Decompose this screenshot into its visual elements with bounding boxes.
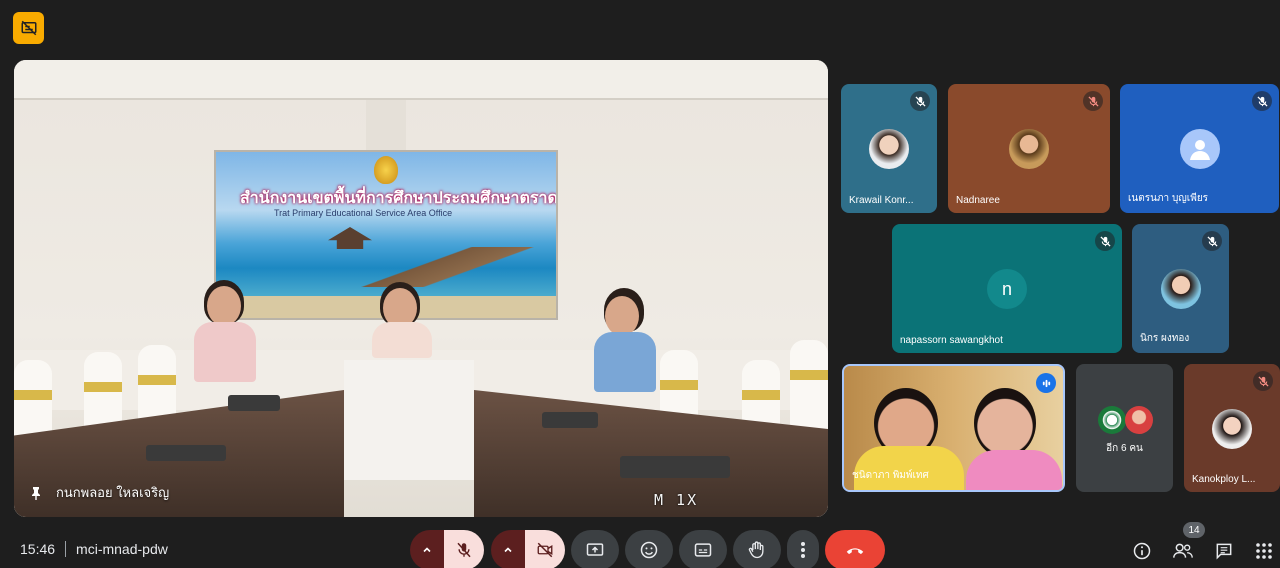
video-microphone xyxy=(228,395,280,411)
mic-off-icon xyxy=(1202,231,1222,251)
video-microphone xyxy=(620,456,730,478)
present-icon xyxy=(586,543,604,556)
mic-control xyxy=(410,530,484,568)
mic-off-icon xyxy=(1252,91,1272,111)
video-ceiling xyxy=(14,60,828,100)
participant-name: Nadnaree xyxy=(956,195,1000,206)
video-microphone xyxy=(542,412,598,428)
mic-off-icon xyxy=(1095,231,1115,251)
pin-icon[interactable] xyxy=(30,486,42,500)
banner-logo xyxy=(374,156,398,184)
participant-name: napassorn sawangkhot xyxy=(900,335,1003,346)
more-options-icon xyxy=(801,542,805,558)
participant-tile[interactable]: Kanokploy L... xyxy=(1184,364,1280,492)
video-face xyxy=(974,388,1036,458)
video-overlay-text: M 1X xyxy=(654,491,699,509)
participant-name: ชนิดาภา พิมพ์เทศ xyxy=(852,470,929,481)
emoji-button[interactable] xyxy=(625,529,673,568)
chat-icon xyxy=(1216,543,1232,560)
participant-tile[interactable]: Nadnaree xyxy=(948,84,1110,213)
captions-button[interactable] xyxy=(679,529,727,568)
camera-toggle-button[interactable] xyxy=(525,530,565,568)
participant-tile[interactable]: Krawail Konr... xyxy=(841,84,937,213)
raise-hand-icon xyxy=(748,541,764,559)
participant-avatar xyxy=(1098,406,1126,434)
more-participants-label: อีก 6 คน xyxy=(1106,443,1143,454)
participant-avatar xyxy=(1212,409,1252,449)
presentation-off-icon xyxy=(21,20,36,36)
participant-name: เนตรนภา บุญเพียร xyxy=(1128,193,1209,204)
presenter-label: กนกพลอย ใหลเจริญ xyxy=(30,482,169,503)
divider xyxy=(65,541,67,557)
participant-avatar xyxy=(869,129,909,169)
participant-name: Kanokploy L... xyxy=(1192,474,1256,485)
camera-control xyxy=(491,530,565,568)
mic-toggle-button[interactable] xyxy=(444,530,484,568)
activities-icon xyxy=(1256,543,1272,559)
participant-name: Krawail Konr... xyxy=(849,195,914,206)
mic-options-caret[interactable] xyxy=(410,530,444,568)
emoji-icon xyxy=(640,541,658,559)
banner-hut xyxy=(328,227,372,249)
participant-tile-speaking[interactable]: ชนิดาภา พิมพ์เทศ xyxy=(842,364,1065,492)
mic-off-icon xyxy=(457,542,471,558)
participant-avatar xyxy=(1125,406,1153,434)
camera-options-caret[interactable] xyxy=(491,530,525,568)
participant-tile[interactable]: นิกร ผงทอง xyxy=(1132,224,1229,353)
meeting-details-button[interactable] xyxy=(1131,540,1153,562)
speaking-indicator-icon xyxy=(1036,373,1056,393)
mic-off-icon xyxy=(1253,371,1273,391)
activities-button[interactable] xyxy=(1253,540,1275,562)
meet-window: สำนักงานเขตพื้นที่การศึกษาประถมศึกษาตราด… xyxy=(0,0,1280,568)
captions-icon xyxy=(694,543,712,557)
person-icon xyxy=(1180,129,1220,169)
participant-tile[interactable]: n napassorn sawangkhot xyxy=(892,224,1122,353)
main-video-stage[interactable]: สำนักงานเขตพื้นที่การศึกษาประถมศึกษาตราด… xyxy=(14,60,828,517)
participant-avatar: n xyxy=(987,269,1027,309)
meeting-info: 15:46 mci-mnad-pdw xyxy=(20,541,168,557)
end-call-button[interactable] xyxy=(825,530,885,568)
people-icon xyxy=(1173,543,1193,558)
presentation-off-badge[interactable] xyxy=(13,12,44,44)
banner-pier xyxy=(346,247,546,287)
participant-avatar xyxy=(1009,129,1049,169)
presenter-name: กนกพลอย ใหลเจริญ xyxy=(56,485,170,500)
chat-button[interactable] xyxy=(1213,540,1235,562)
video-shirt xyxy=(966,450,1062,490)
people-button[interactable] xyxy=(1172,540,1194,562)
video-microphone xyxy=(146,445,226,461)
camera-off-icon xyxy=(537,542,553,558)
more-options-button[interactable] xyxy=(787,529,819,568)
info-icon xyxy=(1133,542,1151,560)
participant-name: นิกร ผงทอง xyxy=(1140,333,1190,344)
video-chair xyxy=(790,340,828,430)
mic-off-icon xyxy=(910,91,930,111)
clock: 15:46 xyxy=(20,541,56,557)
participant-count-badge: 14 xyxy=(1183,522,1205,538)
mic-off-icon xyxy=(1083,91,1103,111)
more-participants-tile[interactable]: อีก 6 คน xyxy=(1076,364,1173,492)
present-button[interactable] xyxy=(571,529,619,568)
end-call-icon xyxy=(846,548,864,555)
video-table-center xyxy=(344,360,474,480)
participant-tile[interactable]: เนตรนภา บุญเพียร xyxy=(1120,84,1279,213)
participant-avatar xyxy=(1161,269,1201,309)
banner-subtitle: Trat Primary Educational Service Area Of… xyxy=(274,208,453,218)
raise-hand-button[interactable] xyxy=(733,529,781,568)
meeting-code: mci-mnad-pdw xyxy=(76,541,168,557)
